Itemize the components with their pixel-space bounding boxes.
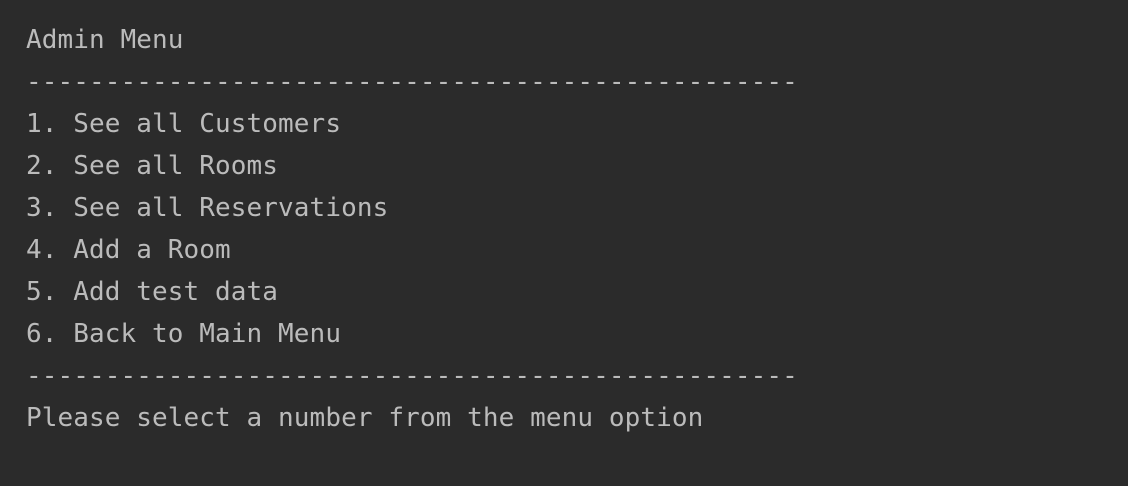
menu-item-customers: 1. See all Customers (26, 109, 342, 139)
menu-item-back-to-main: 6. Back to Main Menu (26, 319, 342, 349)
input-prompt: Please select a number from the menu opt… (26, 403, 704, 433)
menu-item-rooms: 2. See all Rooms (26, 151, 279, 181)
console-output[interactable]: Admin Menu -----------------------------… (26, 19, 1128, 439)
separator-top: ----------------------------------------… (26, 67, 798, 97)
menu-item-add-test-data: 5. Add test data (26, 277, 279, 307)
menu-item-reservations: 3. See all Reservations (26, 193, 389, 223)
menu-item-add-room: 4. Add a Room (26, 235, 231, 265)
menu-title: Admin Menu (26, 25, 184, 55)
separator-bottom: ----------------------------------------… (26, 361, 798, 391)
